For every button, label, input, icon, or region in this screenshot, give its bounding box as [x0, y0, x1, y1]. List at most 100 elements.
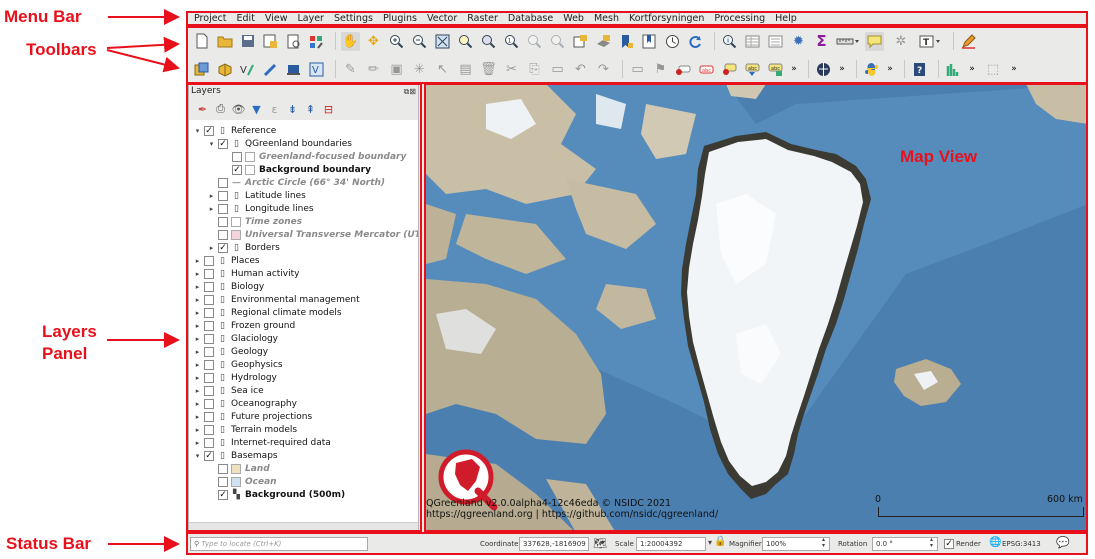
filter-legend-icon[interactable]: ▼ — [248, 101, 265, 118]
menu-layer[interactable]: Layer — [297, 13, 324, 24]
layer-visibility-checkbox[interactable] — [204, 372, 214, 383]
menu-database[interactable]: Database — [508, 13, 553, 24]
layer-visibility-checkbox[interactable] — [204, 359, 214, 370]
layer-labeling-icon[interactable] — [674, 60, 693, 79]
measure-line-icon[interactable] — [835, 32, 861, 51]
expand-arrow-icon[interactable]: ▸ — [193, 322, 202, 330]
layer-visibility-checkbox[interactable] — [204, 424, 214, 435]
layer-visibility-checkbox[interactable] — [218, 216, 228, 227]
refresh-icon[interactable] — [686, 32, 705, 51]
layer-visibility-checkbox[interactable] — [204, 333, 214, 344]
more-tools-icon[interactable]: » — [1009, 60, 1019, 79]
menu-view[interactable]: View — [265, 13, 288, 24]
expand-arrow-icon[interactable]: ▸ — [207, 244, 216, 252]
menu-settings[interactable]: Settings — [334, 13, 373, 24]
layer-visibility-checkbox[interactable] — [218, 203, 228, 214]
expand-arrow-icon[interactable]: ▸ — [193, 309, 202, 317]
layer-tree-row[interactable]: ▸ ▯ Geology — [193, 345, 268, 358]
open-project-icon[interactable] — [215, 32, 234, 51]
expand-arrow-icon[interactable]: ▸ — [193, 348, 202, 356]
layer-tree-row[interactable]: ▸ ▯ Oceanography — [193, 397, 297, 410]
layer-tree-row[interactable]: ▸ ✓ ▯ Borders — [207, 241, 280, 254]
layer-visibility-checkbox[interactable] — [204, 320, 214, 331]
layer-visibility-checkbox[interactable] — [204, 281, 214, 292]
identify-features-icon[interactable]: i — [720, 32, 739, 51]
plugin-earth-icon[interactable] — [814, 60, 833, 79]
attribute-table-icon[interactable] — [743, 32, 762, 51]
layer-tree-row[interactable]: ▸ ▯ Internet-required data — [193, 436, 331, 449]
expand-arrow-icon[interactable]: ▸ — [193, 426, 202, 434]
layer-tree-row[interactable]: ✓ Background boundary — [221, 163, 371, 176]
crs-label[interactable]: EPSG:3413 — [1002, 540, 1041, 548]
locator-search-input[interactable]: ⚲ Type to locate (Ctrl+K) — [190, 537, 368, 551]
layer-tree-row[interactable]: ▸ ▯ Places — [193, 254, 260, 267]
annotation-text-icon[interactable]: T — [918, 32, 944, 51]
layer-tree-row[interactable]: ▸ ▯ Hydrology — [193, 371, 277, 384]
layer-tree-row[interactable]: ▸ ▯ Biology — [193, 280, 264, 293]
more-tools-icon[interactable]: » — [837, 60, 847, 79]
layer-tree-row[interactable]: ▸ ▯ Glaciology — [193, 332, 278, 345]
layer-visibility-checkbox[interactable] — [204, 385, 214, 396]
expand-arrow-icon[interactable]: ▸ — [193, 439, 202, 447]
layer-visibility-checkbox[interactable]: ✓ — [218, 489, 228, 500]
layer-visibility-checkbox[interactable] — [204, 346, 214, 357]
layer-visibility-checkbox[interactable] — [204, 255, 214, 266]
layer-tree-row[interactable]: ▸ ▯ Geophysics — [193, 358, 283, 371]
layer-visibility-checkbox[interactable] — [218, 190, 228, 201]
layer-tree-row[interactable]: ▸ ▯ Terrain models — [193, 423, 297, 436]
menu-web[interactable]: Web — [563, 13, 584, 24]
layer-tree-row[interactable]: ▾ ✓ ▯ Basemaps — [193, 449, 278, 462]
save-project-icon[interactable] — [238, 32, 257, 51]
expand-arrow-icon[interactable]: ▸ — [193, 387, 202, 395]
layer-tree-row[interactable]: Universal Transverse Mercator (UTM — [207, 228, 418, 241]
style-manager-icon[interactable] — [307, 32, 326, 51]
add-csv-layer-icon[interactable]: V — [238, 60, 257, 79]
expand-arrow-icon[interactable]: ▸ — [193, 270, 202, 278]
more-tools-icon[interactable]: » — [967, 60, 977, 79]
messages-icon[interactable]: 💬 — [1056, 536, 1070, 549]
add-group-icon[interactable]: ⎙ — [212, 101, 229, 118]
menu-kortforsyningen[interactable]: Kortforsyningen — [629, 13, 704, 24]
layer-visibility-checkbox[interactable]: ✓ — [218, 242, 228, 253]
layer-tree-row[interactable]: ▾ ✓ ▯ Reference — [193, 124, 276, 137]
zoom-layer-icon[interactable] — [479, 32, 498, 51]
layer-tree-row[interactable]: ▾ ✓ ▯ QGreenland boundaries — [207, 137, 352, 150]
layer-tree-row[interactable]: ▸ ▯ Latitude lines — [207, 189, 306, 202]
statistical-summary-icon[interactable]: Σ — [812, 32, 831, 51]
move-label-icon[interactable]: abc — [743, 60, 762, 79]
pan-to-selection-icon[interactable]: ✥ — [364, 32, 383, 51]
expand-arrow-icon[interactable]: ▸ — [207, 192, 216, 200]
profile-chart-icon[interactable] — [944, 60, 963, 79]
map-tips-icon[interactable] — [865, 31, 884, 51]
coordinate-field[interactable]: 337628,-1816909 — [519, 537, 589, 551]
expand-arrow-icon[interactable]: ▸ — [193, 374, 202, 382]
layer-visibility-checkbox[interactable]: ✓ — [218, 138, 228, 149]
python-console-icon[interactable] — [862, 60, 881, 79]
save-as-icon[interactable] — [261, 32, 280, 51]
layer-visibility-checkbox[interactable] — [218, 476, 228, 487]
map-themes-icon[interactable]: 👁 — [230, 101, 247, 118]
new-map-view-icon[interactable] — [571, 32, 590, 51]
zoom-native-icon[interactable]: 1 — [502, 32, 521, 51]
crs-globe-icon[interactable]: 🌐 — [989, 537, 1001, 548]
expand-arrow-icon[interactable]: ▾ — [207, 140, 216, 148]
expand-arrow-icon[interactable]: ▾ — [193, 452, 202, 460]
bookmark-icon[interactable] — [617, 32, 636, 51]
panel-float-close-icon[interactable]: ⧉⊠ — [404, 86, 416, 98]
show-bookmarks-icon[interactable] — [640, 32, 659, 51]
temporal-clock-icon[interactable] — [663, 32, 682, 51]
layer-tree-row[interactable]: ▸ ▯ Regional climate models — [193, 306, 342, 319]
add-vector-layer-icon[interactable] — [215, 60, 234, 79]
collapse-all-icon[interactable]: ⇞ — [302, 101, 319, 118]
layer-visibility-checkbox[interactable] — [218, 463, 228, 474]
expand-arrow-icon[interactable]: ▸ — [193, 335, 202, 343]
more-tools-icon[interactable]: » — [885, 60, 895, 79]
menu-mesh[interactable]: Mesh — [594, 13, 619, 24]
zoom-selection-icon[interactable] — [456, 32, 475, 51]
layer-visibility-checkbox[interactable] — [218, 229, 228, 240]
layer-visibility-checkbox[interactable]: ✓ — [204, 125, 214, 136]
edit-pencil-icon[interactable] — [959, 32, 978, 51]
layer-visibility-checkbox[interactable] — [218, 177, 228, 188]
magnifier-spinbox[interactable]: 100% — [762, 537, 830, 551]
help-book-icon[interactable]: ? — [910, 60, 929, 79]
